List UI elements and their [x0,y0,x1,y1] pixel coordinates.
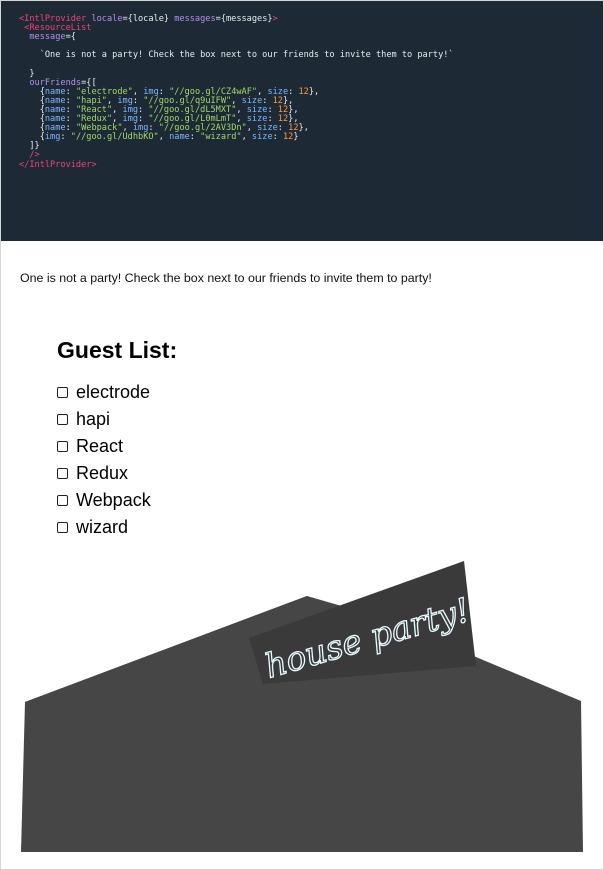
guest-item-redux[interactable]: Redux [57,460,151,487]
guest-checkbox-redux[interactable] [57,468,68,479]
code-token: `One is not a party! Check the box next … [19,50,454,61]
code-line: <IntlProvider locale={locale} messages={… [19,14,603,24]
guest-label-redux: Redux [76,463,129,483]
code-line: message={ [19,33,603,42]
code-token: messages [174,14,216,24]
guest-item-webpack[interactable]: Webpack [57,487,151,514]
code-token: , [158,132,170,143]
guest-label-hapi: hapi [76,409,111,429]
guest-checkbox-hapi[interactable] [57,414,68,425]
guest-item-hapi[interactable]: hapi [57,406,151,433]
guest-label-webpack: Webpack [76,490,151,510]
guest-label-react: React [76,436,124,456]
guest-checkbox-webpack[interactable] [57,495,68,506]
code-token: name [169,132,190,143]
code-token: message [19,32,66,43]
code-token: > [272,14,278,24]
guest-item-wizard[interactable]: wizard [57,514,151,541]
code-line: <ResourceList [19,24,603,33]
guest-list-title: Guest List: [57,337,178,363]
app-frame: <IntlProvider locale={locale} messages={… [0,0,604,870]
code-line: /> [19,151,603,160]
code-token: locale [91,14,123,24]
code-token: "//goo.gl/UdhbKO" [70,132,159,143]
guest-checkbox-wizard[interactable] [57,522,68,533]
code-token: ={locale} [122,14,175,24]
code-line: } [19,69,603,79]
code-token: ={messages} [215,14,273,24]
code-token: 12 [298,86,309,97]
code-token: ={ [65,32,76,43]
code-token: }, [298,123,309,134]
guest-checkbox-react[interactable] [57,441,68,452]
code-line: ]} [19,142,603,151]
guest-list: electrode hapi React Redux Webpack wizar… [57,379,151,541]
code-token: "wizard" [200,132,242,143]
code-line: `One is not a party! Check the box next … [19,51,603,60]
guest-label-wizard: wizard [76,517,129,537]
code-token: , [241,132,252,143]
code-token: }, [308,86,320,97]
code-line: </IntlProvider> [19,159,603,170]
code-token: : [60,132,71,143]
house-illustration: house party! [21,561,583,852]
code-token: </IntlProvider> [19,159,97,170]
code-panel: <IntlProvider locale={locale} messages={… [1,1,603,241]
guest-item-react[interactable]: React [57,433,151,460]
guest-item-electrode[interactable]: electrode [57,379,151,406]
guest-label-electrode: electrode [76,382,151,402]
code-token: } [293,132,299,143]
code-token: img [44,132,61,143]
code-token: size [251,132,273,143]
code-token: : [272,132,283,143]
guest-checkbox-electrode[interactable] [57,387,68,398]
code-line: {img: "//goo.gl/UdhbKO", name: "wizard",… [19,133,603,142]
code-token: 12 [282,132,294,143]
code-token: : [189,132,201,143]
intro-message: One is not a party! Check the box next t… [20,271,432,285]
